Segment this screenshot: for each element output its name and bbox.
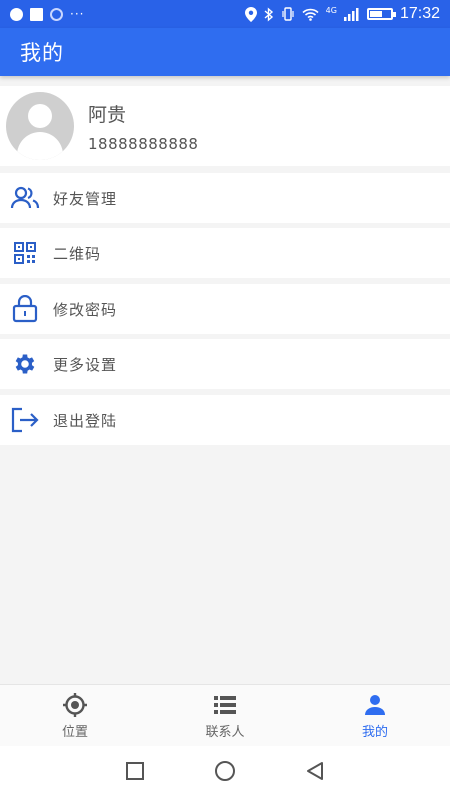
status-bar: ··· 4G 17:32 (0, 0, 450, 28)
home-button[interactable] (214, 760, 236, 786)
profile-card[interactable]: 阿贵 18888888888 (0, 86, 450, 166)
app-bar: 我的 (0, 28, 450, 76)
list-icon (214, 692, 236, 718)
signal-icon (343, 7, 359, 21)
menu-label: 修改密码 (53, 300, 118, 319)
location-target-icon (62, 692, 88, 718)
recent-apps-button[interactable] (125, 761, 145, 785)
profile-info: 阿贵 18888888888 (88, 100, 198, 153)
page-title: 我的 (20, 41, 64, 65)
menu-item-friends[interactable]: 好友管理 (0, 173, 450, 223)
battery-icon (366, 8, 396, 20)
logout-icon (10, 405, 40, 435)
lock-icon (10, 294, 40, 324)
nav-label: 联系人 (205, 724, 245, 740)
avatar[interactable] (6, 92, 74, 160)
nav-tab-location[interactable]: 位置 (0, 685, 150, 746)
bottom-nav: 位置 联系人 我的 (0, 684, 450, 746)
menu-item-more-settings[interactable]: 更多设置 (0, 339, 450, 389)
nav-tab-mine[interactable]: 我的 (300, 685, 450, 746)
qr-code-icon (10, 238, 40, 268)
bluetooth-icon (264, 6, 273, 22)
more-notifications: ··· (70, 7, 85, 21)
status-right: 4G 17:32 (244, 5, 440, 23)
menu-label: 退出登陆 (53, 411, 118, 430)
notification-square-icon (30, 7, 43, 21)
menu-label: 好友管理 (53, 189, 118, 208)
menu-item-logout[interactable]: 退出登陆 (0, 395, 450, 445)
notification-ring-icon (50, 7, 63, 21)
profile-phone: 18888888888 (88, 134, 199, 153)
location-pin-icon (244, 6, 257, 22)
network-type: 4G (325, 5, 337, 15)
menu-label: 二维码 (53, 244, 102, 263)
gear-icon (10, 349, 40, 379)
nav-label: 我的 (361, 724, 388, 740)
vibrate-icon (282, 7, 294, 21)
menu-item-change-password[interactable]: 修改密码 (0, 284, 450, 334)
nav-tab-contacts[interactable]: 联系人 (150, 685, 300, 746)
wifi-icon (302, 8, 319, 21)
system-nav-bar (0, 746, 450, 800)
menu-label: 更多设置 (53, 355, 118, 374)
clock: 17:32 (399, 5, 440, 22)
status-left: ··· (10, 7, 84, 21)
back-button[interactable] (305, 761, 325, 785)
person-icon (364, 692, 386, 718)
profile-name: 阿贵 (88, 103, 127, 126)
nav-label: 位置 (61, 724, 88, 740)
menu-item-qr-code[interactable]: 二维码 (0, 228, 450, 278)
friends-icon (10, 183, 40, 213)
notification-icon (10, 7, 23, 21)
